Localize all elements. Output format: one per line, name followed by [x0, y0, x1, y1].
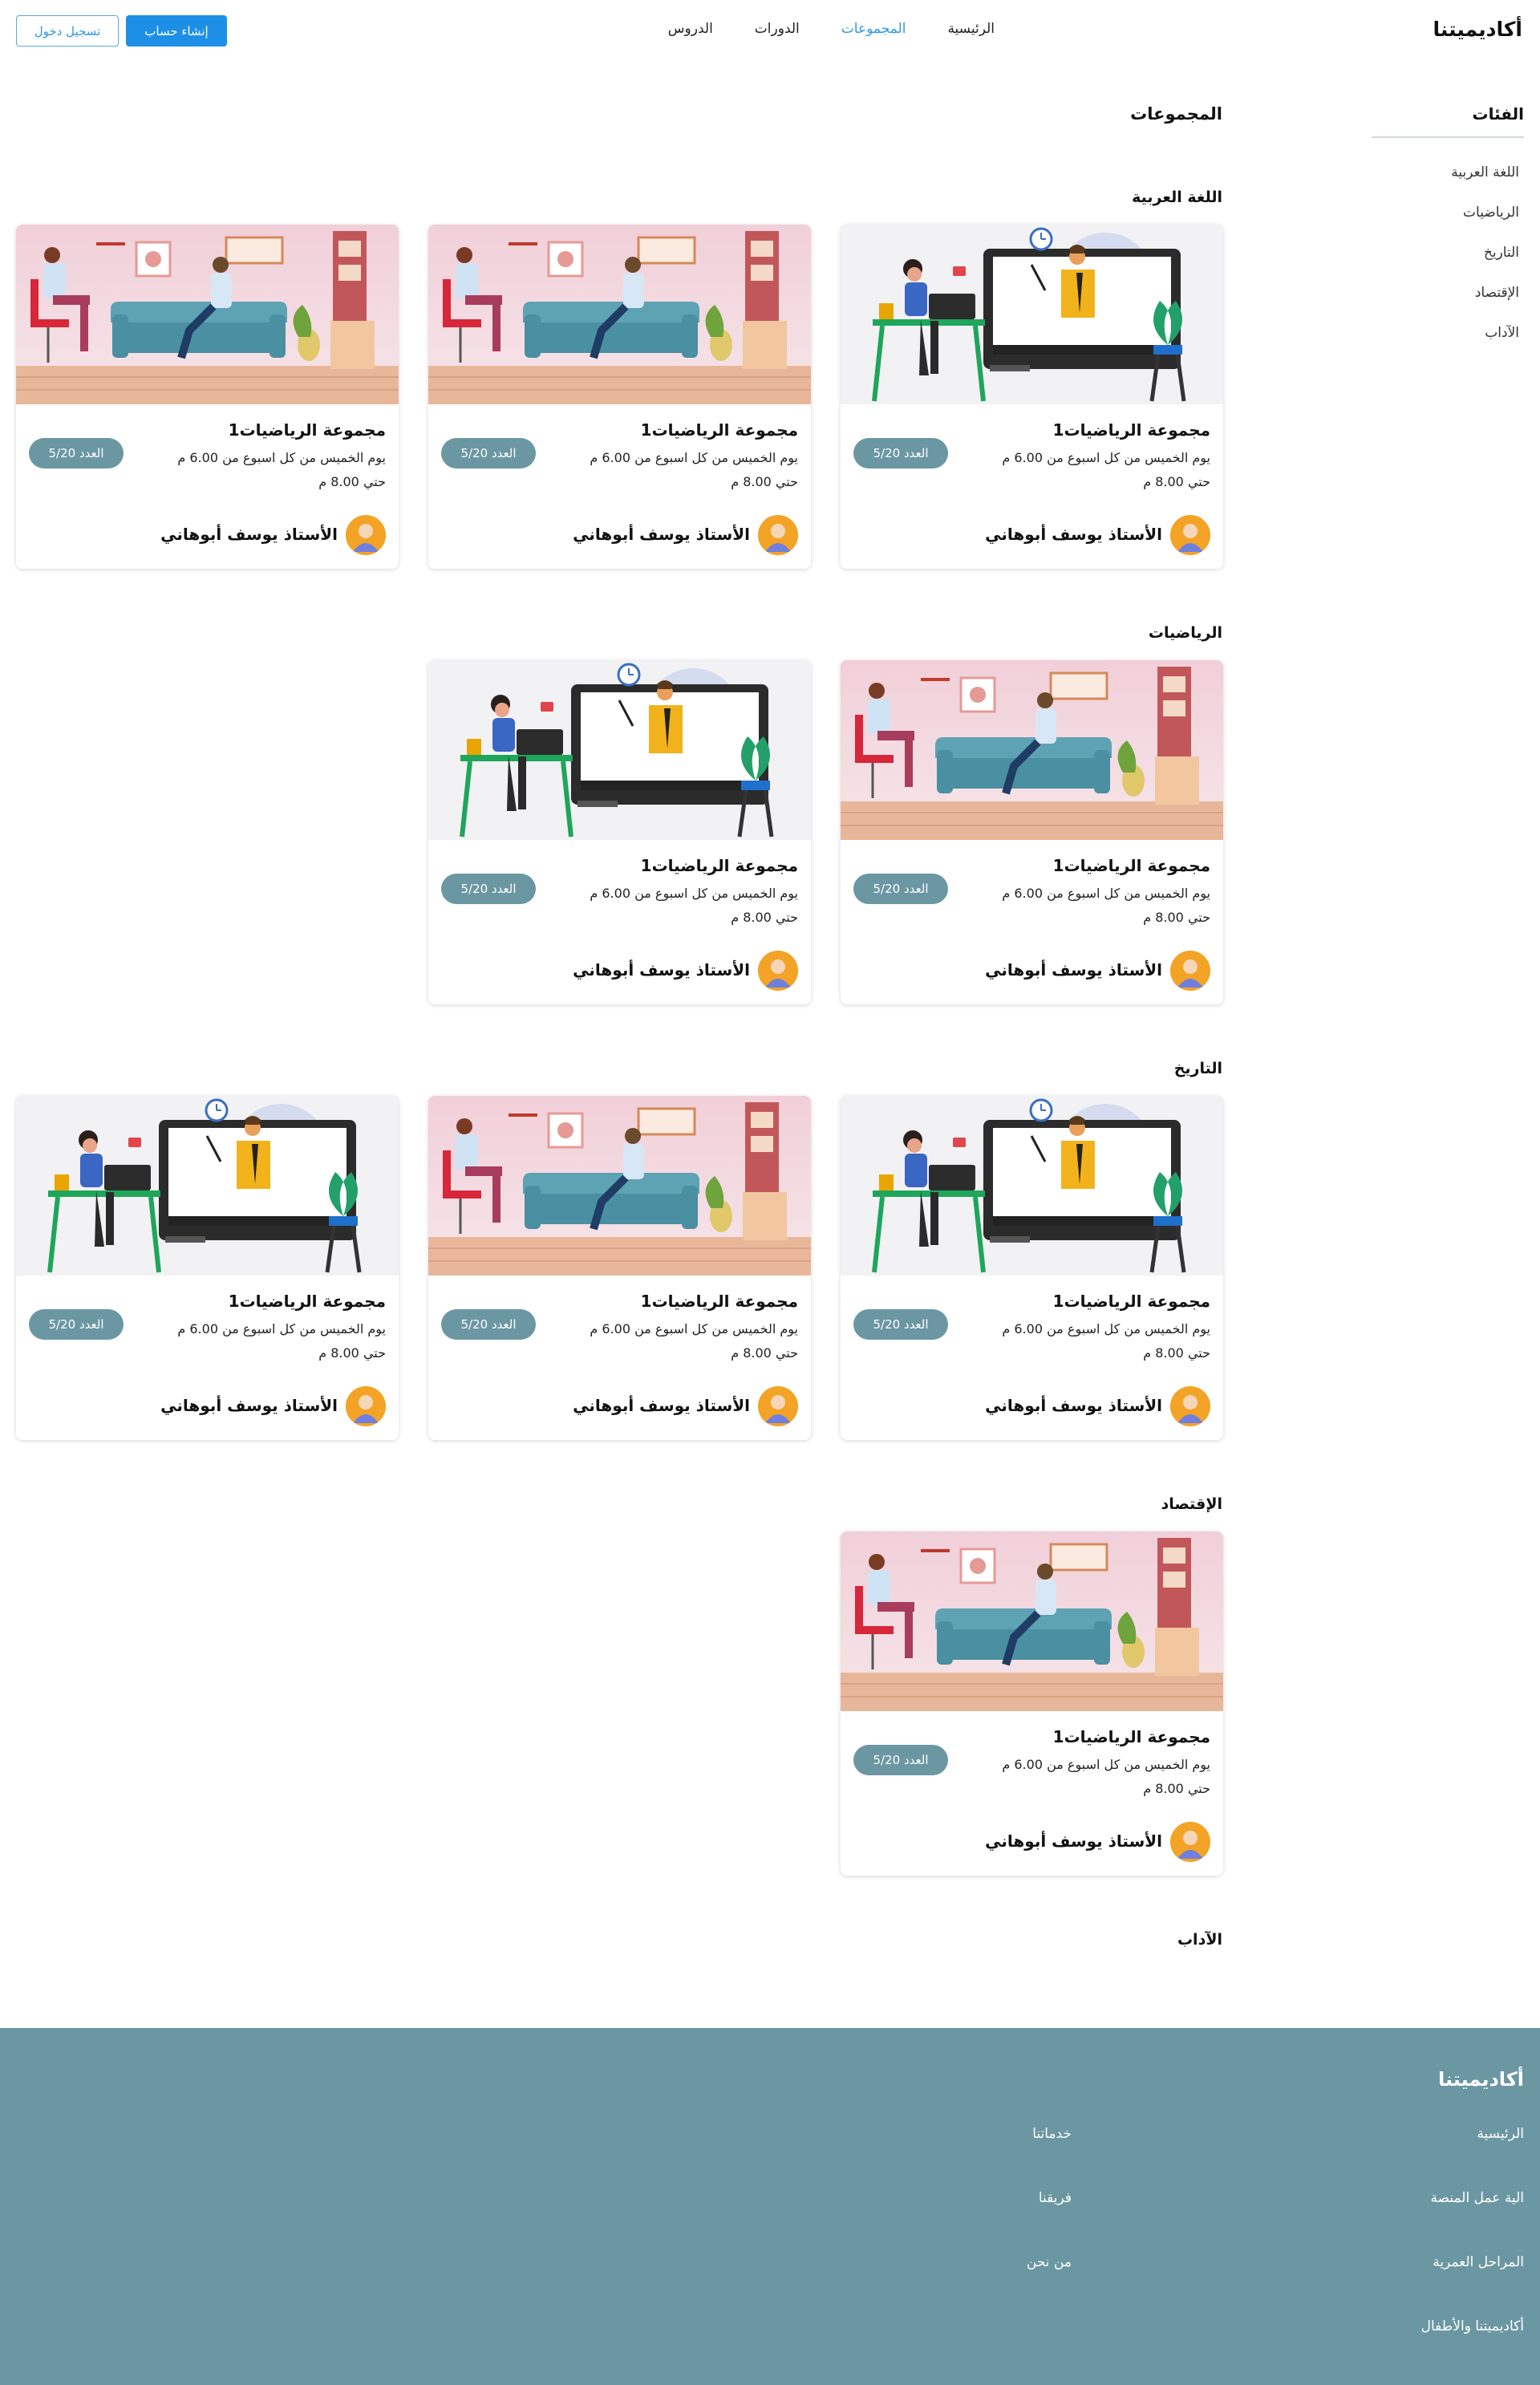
group-count-badge: العدد 5/20	[853, 438, 948, 468]
group-card[interactable]: مجموعة الرياضيات1 يوم الخميس من كل اسبوع…	[841, 225, 1223, 569]
nav-lessons[interactable]: الدروس	[668, 21, 713, 37]
group-image	[428, 660, 811, 840]
group-card[interactable]: مجموعة الرياضيات1 يوم الخميس من كل اسبوع…	[841, 1096, 1223, 1440]
group-image	[16, 1096, 399, 1276]
footer-links-right: الرئيسية الية عمل المنصة المراحل العمرية…	[1283, 2120, 1524, 2377]
group-card[interactable]: مجموعة الرياضيات1 يوم الخميس من كل اسبوع…	[16, 225, 399, 569]
group-title: مجموعة الرياضيات1	[1052, 856, 1210, 875]
categories-sidebar: الفئات اللغة العربية الرياضيات التاريخ ا…	[1372, 104, 1524, 353]
footer-link-services[interactable]: خدماتنا	[831, 2120, 1072, 2184]
group-card[interactable]: مجموعة الرياضيات1 يوم الخميس من كل اسبوع…	[841, 660, 1223, 1004]
group-image	[841, 1096, 1223, 1276]
sidebar-item-economics[interactable]: الإقتصاد	[1372, 273, 1524, 313]
nav-groups[interactable]: المجموعات	[841, 21, 906, 37]
group-count-badge: العدد 5/20	[29, 438, 124, 468]
sidebar-item-arabic[interactable]: اللغة العربية	[1372, 152, 1524, 193]
group-image	[841, 660, 1223, 840]
section-title: الرياضيات	[1148, 624, 1222, 642]
teacher-name[interactable]: الأستاذ يوسف أبوهاني	[985, 1831, 1162, 1851]
group-card[interactable]: مجموعة الرياضيات1 يوم الخميس من كل اسبوع…	[841, 1531, 1223, 1876]
group-image	[841, 1531, 1223, 1711]
group-image	[841, 225, 1223, 404]
group-count-badge: العدد 5/20	[441, 438, 536, 468]
group-schedule: يوم الخميس من كل اسبوع من 6.00 م حتي 8.0…	[177, 450, 386, 489]
nav-courses[interactable]: الدورات	[755, 21, 800, 37]
group-count-badge: العدد 5/20	[441, 1309, 536, 1340]
section-title: الإقتصاد	[1161, 1495, 1222, 1513]
footer-link-about[interactable]: من نحن	[831, 2249, 1072, 2313]
teacher-avatar	[758, 951, 798, 991]
group-schedule: يوم الخميس من كل اسبوع من 6.00 م حتي 8.0…	[590, 1321, 798, 1361]
group-schedule: يوم الخميس من كل اسبوع من 6.00 م حتي 8.0…	[1002, 450, 1210, 489]
teacher-name[interactable]: الأستاذ يوسف أبوهاني	[573, 525, 750, 544]
group-image	[428, 1096, 811, 1276]
group-schedule: يوم الخميس من كل اسبوع من 6.00 م حتي 8.0…	[177, 1321, 386, 1361]
teacher-avatar	[1170, 1822, 1210, 1862]
footer-link-kids[interactable]: أكاديميتنا والأطفال	[1283, 2313, 1524, 2377]
group-count-badge: العدد 5/20	[853, 1745, 948, 1775]
footer-link-team[interactable]: فريقنا	[831, 2184, 1072, 2249]
page-title: المجموعات	[1130, 104, 1222, 124]
group-image	[428, 225, 811, 404]
sidebar-item-math[interactable]: الرياضيات	[1372, 193, 1524, 233]
group-title: مجموعة الرياضيات1	[640, 420, 798, 440]
group-schedule: يوم الخميس من كل اسبوع من 6.00 م حتي 8.0…	[1002, 1321, 1210, 1361]
login-button[interactable]: تسجيل دخول	[16, 15, 119, 47]
group-title: مجموعة الرياضيات1	[1052, 1292, 1210, 1311]
group-title: مجموعة الرياضيات1	[228, 1292, 386, 1311]
group-count-badge: العدد 5/20	[29, 1309, 124, 1340]
group-card[interactable]: مجموعة الرياضيات1 يوم الخميس من كل اسبوع…	[16, 1096, 399, 1440]
group-card[interactable]: مجموعة الرياضيات1 يوم الخميس من كل اسبوع…	[428, 660, 811, 1004]
group-schedule: يوم الخميس من كل اسبوع من 6.00 م حتي 8.0…	[1002, 1757, 1210, 1796]
group-count-badge: العدد 5/20	[441, 874, 536, 904]
site-logo[interactable]: أكاديميتنا	[1433, 18, 1522, 41]
category-list: اللغة العربية الرياضيات التاريخ الإقتصاد…	[1372, 152, 1524, 353]
teacher-avatar	[1170, 1386, 1210, 1426]
group-schedule: يوم الخميس من كل اسبوع من 6.00 م حتي 8.0…	[1002, 886, 1210, 925]
site-header: أكاديميتنا الرئيسية المجموعات الدورات ال…	[0, 0, 1540, 63]
teacher-avatar	[1170, 951, 1210, 991]
group-schedule: يوم الخميس من كل اسبوع من 6.00 م حتي 8.0…	[590, 450, 798, 489]
teacher-name[interactable]: الأستاذ يوسف أبوهاني	[160, 1396, 338, 1415]
group-image	[16, 225, 399, 404]
footer-link-home[interactable]: الرئيسية	[1283, 2120, 1524, 2184]
sidebar-item-literature[interactable]: الآداب	[1372, 313, 1524, 353]
site-footer: أكاديميتنا الرئيسية الية عمل المنصة المر…	[0, 2028, 1540, 2385]
group-title: مجموعة الرياضيات1	[640, 1292, 798, 1311]
section-title: التاريخ	[1173, 1060, 1222, 1077]
group-title: مجموعة الرياضيات1	[1052, 1727, 1210, 1746]
teacher-name[interactable]: الأستاذ يوسف أبوهاني	[160, 525, 338, 544]
teacher-name[interactable]: الأستاذ يوسف أبوهاني	[573, 1396, 750, 1415]
footer-link-age-stages[interactable]: المراحل العمرية	[1283, 2249, 1524, 2313]
group-title: مجموعة الرياضيات1	[228, 420, 386, 440]
footer-logo: أكاديميتنا	[1437, 2068, 1524, 2091]
sidebar-item-history[interactable]: التاريخ	[1372, 233, 1524, 273]
group-schedule: يوم الخميس من كل اسبوع من 6.00 م حتي 8.0…	[590, 886, 798, 925]
teacher-avatar	[758, 1386, 798, 1426]
section-title: الآداب	[1177, 1931, 1222, 1949]
group-card[interactable]: مجموعة الرياضيات1 يوم الخميس من كل اسبوع…	[428, 1096, 811, 1440]
sidebar-title: الفئات	[1372, 104, 1524, 138]
group-title: مجموعة الرياضيات1	[640, 856, 798, 875]
group-title: مجموعة الرياضيات1	[1052, 420, 1210, 440]
footer-link-how-it-works[interactable]: الية عمل المنصة	[1283, 2184, 1524, 2249]
teacher-name[interactable]: الأستاذ يوسف أبوهاني	[985, 960, 1162, 980]
teacher-name[interactable]: الأستاذ يوسف أبوهاني	[985, 525, 1162, 544]
teacher-avatar	[1170, 515, 1210, 555]
section-title: اللغة العربية	[1132, 189, 1222, 206]
group-count-badge: العدد 5/20	[853, 874, 948, 904]
teacher-avatar	[346, 515, 386, 555]
teacher-name[interactable]: الأستاذ يوسف أبوهاني	[985, 1396, 1162, 1415]
footer-links-left: خدماتنا فريقنا من نحن	[831, 2120, 1072, 2313]
nav-home[interactable]: الرئيسية	[947, 21, 995, 37]
main-nav: الرئيسية المجموعات الدورات الدروس	[668, 21, 995, 37]
group-card[interactable]: مجموعة الرياضيات1 يوم الخميس من كل اسبوع…	[428, 225, 811, 569]
signup-button[interactable]: إنشاء حساب	[126, 15, 227, 47]
teacher-avatar	[346, 1386, 386, 1426]
teacher-name[interactable]: الأستاذ يوسف أبوهاني	[573, 960, 750, 980]
group-count-badge: العدد 5/20	[853, 1309, 948, 1340]
teacher-avatar	[758, 515, 798, 555]
